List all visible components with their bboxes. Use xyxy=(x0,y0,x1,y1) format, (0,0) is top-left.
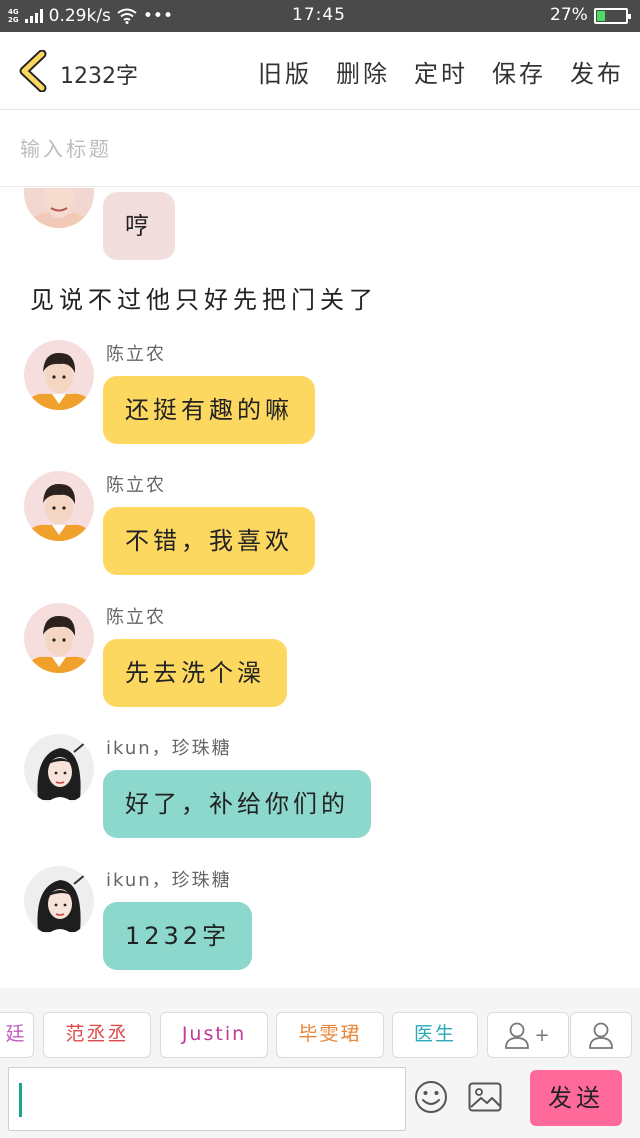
message-bubble[interactable]: 哼 xyxy=(103,192,175,260)
word-count: 1232字 xyxy=(60,64,138,89)
character-chip[interactable]: Justin xyxy=(160,1012,268,1058)
delete-button[interactable]: 删除 xyxy=(336,54,390,89)
narration-text[interactable]: 见说不过他只好先把门关了 xyxy=(30,280,378,315)
avatar[interactable] xyxy=(24,188,94,228)
message-bubble[interactable]: 还挺有趣的嘛 xyxy=(103,376,315,444)
character-chip[interactable]: 廷 xyxy=(0,1012,34,1058)
emoji-icon[interactable] xyxy=(414,1080,448,1114)
avatar[interactable] xyxy=(24,866,94,936)
more-indicator: ••• xyxy=(142,6,173,26)
wifi-icon xyxy=(117,8,137,24)
sender-name: 陈立农 xyxy=(106,344,166,365)
publish-button[interactable]: 发布 xyxy=(570,54,624,89)
editor-header: 1232字 旧版 删除 定时 保存 发布 xyxy=(0,32,640,110)
avatar[interactable] xyxy=(24,734,94,804)
user-button[interactable] xyxy=(570,1012,632,1058)
message-bubble[interactable]: 不错，我喜欢 xyxy=(103,507,315,575)
add-character-button[interactable]: + xyxy=(487,1012,569,1058)
character-selector: 廷 范丞丞 Justin 毕雯珺 医生 + xyxy=(0,988,640,1062)
user-icon xyxy=(589,1022,613,1049)
sender-name: ikun，珍珠糖 xyxy=(106,738,232,759)
schedule-button[interactable]: 定时 xyxy=(414,54,468,89)
message-input[interactable] xyxy=(8,1067,406,1131)
plus-sign: + xyxy=(534,1024,552,1046)
old-version-button[interactable]: 旧版 xyxy=(258,54,312,89)
network-type: 4G 2G xyxy=(8,8,19,24)
sender-name: ikun，珍珠糖 xyxy=(106,870,232,891)
avatar[interactable] xyxy=(24,471,94,541)
message-bubble[interactable]: 1232字 xyxy=(103,902,253,970)
network-speed: 0.29k/s xyxy=(48,6,111,26)
send-button[interactable]: 发送 xyxy=(530,1070,622,1126)
image-icon[interactable] xyxy=(468,1082,502,1112)
avatar[interactable] xyxy=(24,340,94,410)
character-chip[interactable]: 医生 xyxy=(392,1012,478,1058)
message-bubble[interactable]: 先去洗个澡 xyxy=(103,639,287,707)
character-chip[interactable]: 范丞丞 xyxy=(43,1012,151,1058)
title-row xyxy=(0,111,640,187)
battery-percent: 27% xyxy=(550,5,588,25)
message-list[interactable]: 哼 见说不过他只好先把门关了 陈立农 还挺有趣的嘛 陈立农 不错，我喜欢 陈立农… xyxy=(0,188,640,988)
input-bar: 发送 xyxy=(0,1062,640,1138)
save-button[interactable]: 保存 xyxy=(492,54,546,89)
battery-icon xyxy=(594,8,631,24)
text-caret xyxy=(19,1083,22,1117)
back-chevron-icon[interactable] xyxy=(14,50,54,92)
title-input[interactable] xyxy=(20,133,620,165)
header-actions: 旧版 删除 定时 保存 发布 xyxy=(258,54,624,89)
signal-icon xyxy=(24,9,43,23)
message-bubble[interactable]: 好了，补给你们的 xyxy=(103,770,371,838)
sender-name: 陈立农 xyxy=(106,607,166,628)
clock: 17:45 xyxy=(292,5,346,25)
sender-name: 陈立农 xyxy=(106,475,166,496)
avatar[interactable] xyxy=(24,603,94,673)
add-user-icon xyxy=(505,1022,530,1049)
character-chip[interactable]: 毕雯珺 xyxy=(276,1012,384,1058)
status-bar: 4G 2G 0.29k/s ••• 17:45 27% xyxy=(0,0,640,32)
